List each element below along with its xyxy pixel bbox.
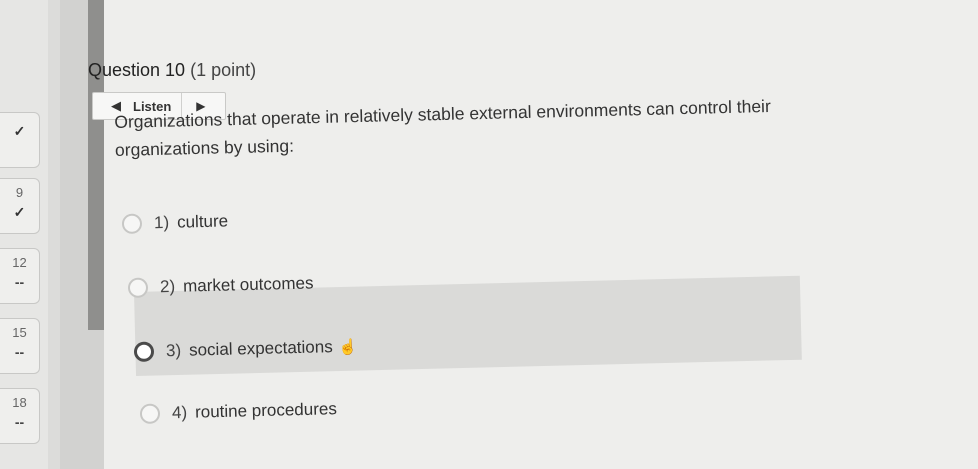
answered-check-icon: ✓ [13, 204, 26, 220]
option-number: 4) [171, 402, 188, 423]
answer-option-3[interactable]: 3) social expectations ☝ [133, 327, 358, 372]
option-text: market outcomes [182, 273, 314, 296]
radio-button[interactable] [139, 403, 161, 424]
question-navigator: ✓ 9 ✓ 12 -- 15 -- 18 -- [0, 0, 48, 469]
unanswered-mark: -- [14, 414, 25, 430]
question-points: (1 point) [190, 60, 257, 80]
option-text: routine procedures [194, 399, 338, 422]
hand-cursor-icon: ☝ [338, 338, 358, 356]
nav-item-12[interactable]: 12 -- [0, 248, 40, 304]
scrollbar-thumb[interactable] [88, 0, 104, 330]
nav-item-18[interactable]: 18 -- [0, 388, 40, 444]
nav-item-number: 12 [12, 255, 27, 270]
option-number: 3) [165, 340, 182, 361]
option-number: 2) [159, 276, 176, 297]
answered-check-icon: ✓ [13, 123, 26, 139]
nav-item-number: 9 [15, 185, 24, 200]
answer-option-4[interactable]: 4) routine procedures [139, 389, 338, 434]
unanswered-mark: -- [14, 344, 25, 360]
radio-button[interactable] [121, 213, 143, 234]
nav-item-number: 18 [12, 395, 27, 410]
unanswered-mark: -- [14, 274, 25, 290]
question-title: Question 10 (1 point) [88, 60, 256, 81]
option-text: social expectations [188, 337, 333, 360]
radio-button[interactable] [127, 277, 149, 298]
option-number: 1) [153, 212, 170, 233]
nav-item-prev-answered[interactable]: ✓ [0, 112, 40, 168]
nav-item-15[interactable]: 15 -- [0, 318, 40, 374]
nav-item-9[interactable]: 9 ✓ [0, 178, 40, 234]
answer-option-2[interactable]: 2) market outcomes [127, 263, 314, 308]
answer-option-1[interactable]: 1) culture [121, 201, 229, 244]
nav-item-number: 15 [12, 325, 27, 340]
radio-button[interactable] [133, 341, 155, 362]
question-number: Question 10 [88, 60, 186, 80]
option-text: culture [176, 211, 229, 232]
